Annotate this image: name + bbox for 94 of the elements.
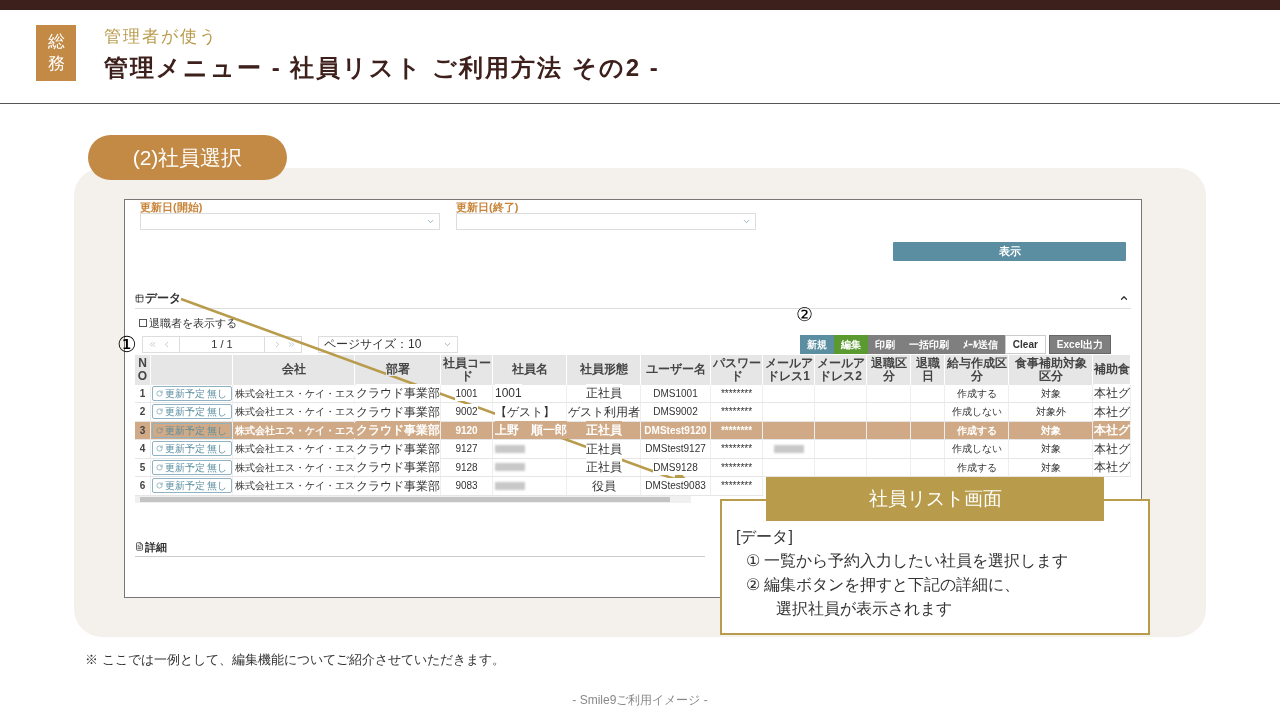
footnote: ※ ここでは一例として、編集機能についてご紹介させていただきます。 <box>85 651 505 669</box>
table-cell: 株式会社エス・ケイ・エス <box>235 385 355 401</box>
blurred-text <box>495 481 525 490</box>
toolbar-button[interactable]: 一括印刷 <box>901 334 956 354</box>
field-label: 更新日(終了) <box>456 201 520 213</box>
table-row[interactable]: 2 更新予定 無し 株式会社エス・ケイ・エス クラウド事業部 9002 【ゲスト】 ゲスト利用者 DMS9002 ******** 作成しない 対象外 本社グ <box>135 403 1131 422</box>
refresh-icon <box>155 408 163 416</box>
table-row[interactable]: 3 更新予定 無し 株式会社エス・ケイ・エス クラウド事業部 9120 上野 順一郎 正社員 DMStest9120 ******** 作成する 対象 本社グ <box>135 421 1131 440</box>
blurred-text <box>495 463 525 472</box>
column-header: 社員形態 <box>579 363 628 376</box>
table-cell: 作成しない <box>951 441 1002 457</box>
column-header: ユーザー名 <box>645 363 706 376</box>
refresh-icon <box>155 463 163 471</box>
horizontal-scrollbar[interactable] <box>135 495 691 503</box>
callout-title: 社員リスト画面 <box>766 477 1104 521</box>
callout-heading: [データ] <box>736 527 793 547</box>
table-cell: 上野 順一郎 <box>495 421 567 440</box>
table-cell: 作成する <box>956 459 997 475</box>
caret-icon <box>426 217 435 226</box>
column-header: 社員コード <box>441 356 492 383</box>
toolbar-button[interactable]: 編集 <box>833 334 868 354</box>
update-status-button[interactable]: 更新予定 無し <box>151 459 232 475</box>
refresh-icon <box>155 445 163 453</box>
checkbox[interactable] <box>139 319 147 328</box>
column-header: 部署 <box>385 363 410 376</box>
blurred-text <box>495 444 525 453</box>
collapse-icon[interactable] <box>1119 293 1129 303</box>
table-row[interactable]: 4 更新予定 無し 株式会社エス・ケイ・エス クラウド事業部 9127 正社員 DMStest9127 ******** 作成しない 対象 本社グ <box>135 440 1131 459</box>
step-marker: ① <box>117 332 137 358</box>
callout-text: 選択社員が表示されます <box>776 599 952 619</box>
table-cell: 株式会社エス・ケイ・エス <box>235 459 355 475</box>
column-header: 社員名 <box>511 363 548 376</box>
table-icon <box>135 293 144 303</box>
step-marker: ② <box>796 304 813 326</box>
column-header: メールアドレス1 <box>763 356 814 383</box>
page-size-select[interactable]: ページサイズ：10 <box>318 335 458 353</box>
next-page-icon[interactable] <box>273 339 282 349</box>
column-header: NO <box>135 356 150 383</box>
section-title: データ <box>145 290 181 307</box>
table-cell: 株式会社エス・ケイ・エス <box>235 404 355 420</box>
category-badge: 総務 <box>36 25 76 81</box>
section-pill: (2)社員選択 <box>88 135 287 180</box>
field-label: 更新日(開始) <box>140 201 204 213</box>
update-status-button[interactable]: 更新予定 無し <box>151 404 232 420</box>
section-title: 詳細 <box>145 539 167 555</box>
toolbar-button[interactable]: Clear <box>1004 334 1046 354</box>
date-select[interactable] <box>456 213 756 230</box>
table-cell: 作成する <box>956 422 997 438</box>
table-cell: 対象 <box>1040 459 1061 475</box>
table-cell: 正社員 <box>585 421 622 440</box>
circled-number: ① <box>746 551 760 571</box>
toolbar-button[interactable]: Excel出力 <box>1048 334 1111 354</box>
table-row[interactable]: 1 更新予定 無し 株式会社エス・ケイ・エス クラウド事業部 1001 1001 正社員 DMS1001 ******** 作成する 対象 本社グ <box>135 384 1131 403</box>
toolbar-button[interactable]: 印刷 <box>867 334 902 354</box>
slide-subtitle: 管理者が使う <box>104 26 219 48</box>
table-cell: 対象 <box>1040 441 1061 457</box>
table-cell: 対象 <box>1040 422 1061 438</box>
refresh-icon <box>155 482 163 490</box>
date-select[interactable] <box>140 213 440 230</box>
table-cell: 株式会社エス・ケイ・エス <box>235 441 355 457</box>
column-header: 給与作成区分 <box>945 356 1008 383</box>
previous-page-icon[interactable] <box>162 339 171 349</box>
update-status-button[interactable]: 更新予定 無し <box>151 385 232 401</box>
circled-number: ② <box>746 575 760 595</box>
update-status-button[interactable]: 更新予定 無し <box>151 478 232 494</box>
caret-icon <box>742 217 751 226</box>
refresh-icon <box>155 389 163 397</box>
refresh-icon <box>155 426 163 434</box>
column-header: 補助食 <box>1093 363 1130 376</box>
toolbar-button[interactable]: ﾒｰﾙ送信 <box>955 334 1005 354</box>
table-row[interactable]: 5 更新予定 無し 株式会社エス・ケイ・エス クラウド事業部 9128 正社員 DMS9128 ******** 作成する 対象 本社グ <box>135 458 1131 477</box>
column-header: メールアドレス2 <box>815 356 866 383</box>
table-cell: 作成しない <box>951 404 1002 420</box>
blurred-text <box>773 444 804 453</box>
table-cell: 株式会社エス・ケイ・エス <box>235 478 355 494</box>
slide-title: 管理メニュー - 社員リスト ご利用方法 その2 - <box>104 53 660 83</box>
table-cell: 作成する <box>956 385 997 401</box>
document-icon <box>135 542 144 552</box>
last-page-icon[interactable] <box>287 339 296 349</box>
checkbox-label: 退職者を表示する <box>149 316 237 331</box>
table-cell: 対象 <box>1040 385 1061 401</box>
page-indicator: 1 / 1 <box>179 335 265 353</box>
footer-caption: - Smile9ご利用イメージ - <box>571 692 709 709</box>
table-cell: 株式会社エス・ケイ・エス <box>235 422 355 438</box>
callout-text: 編集ボタンを押すと下記の詳細に、 <box>764 575 1020 595</box>
toolbar-button[interactable]: 新規 <box>799 334 834 354</box>
table-row[interactable]: 6 更新予定 無し 株式会社エス・ケイ・エス クラウド事業部 9083 役員 DMStest9083 ******** <box>135 477 763 496</box>
column-header: 会社 <box>281 363 306 376</box>
table-cell: 対象外 <box>1035 404 1066 420</box>
update-status-button[interactable]: 更新予定 無し <box>151 441 232 457</box>
show-button[interactable]: 表示 <box>893 242 1126 261</box>
first-page-icon[interactable] <box>148 339 157 349</box>
callout-text: 一覧から予約入力したい社員を選択します <box>764 551 1068 571</box>
column-header: パスワード <box>711 356 762 383</box>
